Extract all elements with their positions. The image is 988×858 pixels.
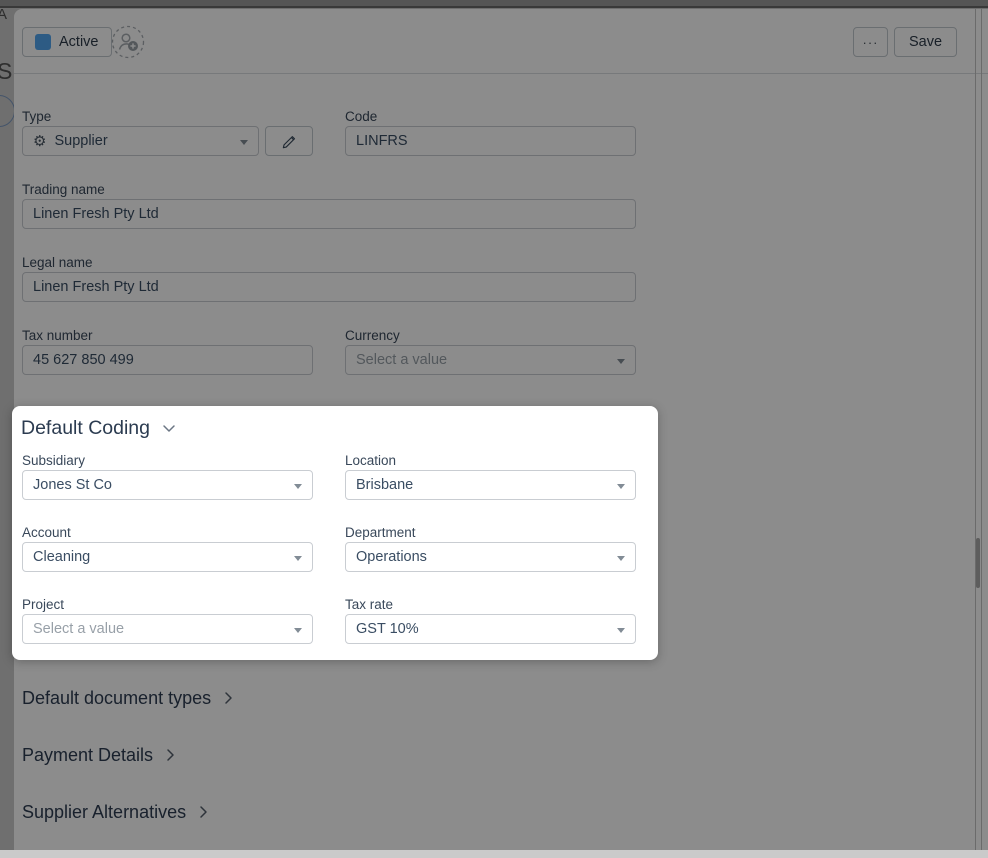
tax-rate-label: Tax rate: [345, 596, 636, 614]
department-label: Department: [345, 524, 636, 542]
caret-down-icon: [294, 484, 302, 489]
chevron-down-icon: [162, 424, 176, 433]
project-label: Project: [22, 596, 313, 614]
caret-down-icon: [617, 556, 625, 561]
default-coding-form: Subsidiary Jones St Co Location Brisbane…: [22, 452, 636, 668]
caret-down-icon: [294, 556, 302, 561]
default-coding-title: Default Coding: [21, 417, 150, 440]
account-label: Account: [22, 524, 313, 542]
department-dropdown[interactable]: Operations: [345, 542, 636, 572]
caret-down-icon: [294, 628, 302, 633]
project-dropdown[interactable]: Select a value: [22, 614, 313, 644]
tax-rate-dropdown[interactable]: GST 10%: [345, 614, 636, 644]
location-label: Location: [345, 452, 636, 470]
caret-down-icon: [617, 628, 625, 633]
subsidiary-label: Subsidiary: [22, 452, 313, 470]
account-dropdown[interactable]: Cleaning: [22, 542, 313, 572]
location-dropdown[interactable]: Brisbane: [345, 470, 636, 500]
caret-down-icon: [617, 484, 625, 489]
default-coding-spotlight-card: Default Coding Subsidiary Jones St Co Lo…: [12, 406, 658, 660]
subsidiary-dropdown[interactable]: Jones St Co: [22, 470, 313, 500]
default-coding-header[interactable]: Default Coding: [21, 415, 658, 441]
